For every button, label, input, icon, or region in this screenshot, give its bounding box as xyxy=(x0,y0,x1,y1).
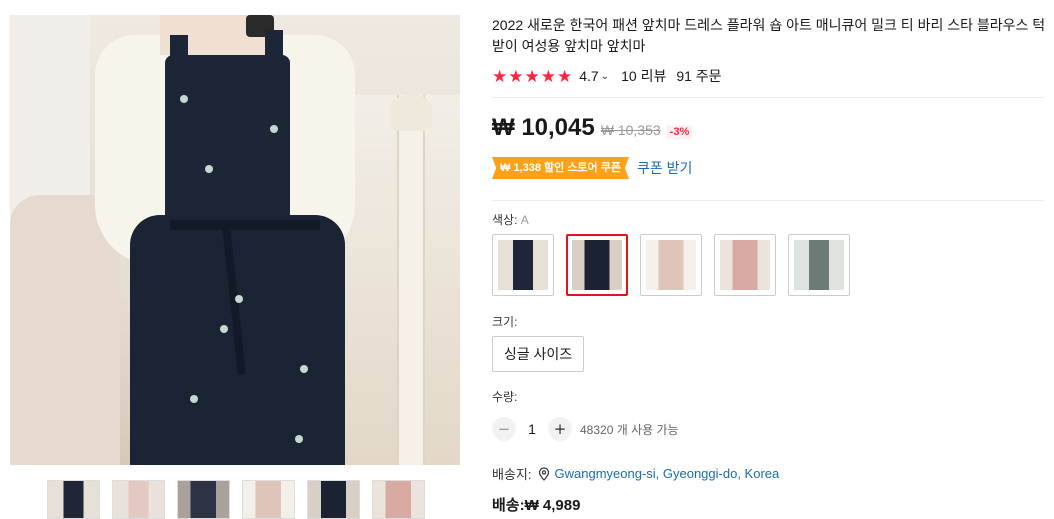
main-product-image[interactable] xyxy=(10,15,460,465)
size-option-button[interactable]: 싱글 사이즈 xyxy=(492,336,584,372)
thumbnail-picture xyxy=(308,481,359,518)
color-option-1[interactable] xyxy=(492,234,554,296)
thumbnail-image[interactable] xyxy=(177,480,230,519)
divider xyxy=(492,200,1044,201)
rating-value[interactable]: 4.7 xyxy=(579,68,598,84)
color-option-5[interactable] xyxy=(788,234,850,296)
color-label-row: 색상: A xyxy=(492,211,529,228)
quantity-decrease-button[interactable]: − xyxy=(492,417,516,441)
color-option-image xyxy=(572,240,622,290)
size-label: 크기: xyxy=(492,315,518,329)
dress-waist-tie xyxy=(170,220,320,230)
color-option-image xyxy=(646,240,696,290)
color-label: 색상: xyxy=(492,213,518,227)
color-option-2[interactable] xyxy=(566,234,628,296)
color-option-4[interactable] xyxy=(714,234,776,296)
order-count: 91 주문 xyxy=(676,68,722,84)
ship-to-row: 배송지: Gwangmyeong-si, Gyeonggi-do, Korea xyxy=(492,464,779,483)
image-thumbnail-strip xyxy=(47,480,425,519)
star-icon: ★ xyxy=(540,66,556,86)
shipping-fee: 배송:₩ 4,989 xyxy=(492,497,581,514)
stock-available: 48320 개 사용 가능 xyxy=(580,422,679,437)
color-option-image xyxy=(794,240,844,290)
thumbnail-image[interactable] xyxy=(307,480,360,519)
thumbnail-picture xyxy=(48,481,99,518)
quantity-increase-button[interactable]: + xyxy=(548,417,572,441)
rating-stars: ★ ★ ★ ★ ★ xyxy=(492,68,572,85)
chevron-down-icon[interactable]: ⌄ xyxy=(601,71,609,82)
thumbnail-picture xyxy=(178,481,229,518)
quantity-value[interactable]: 1 xyxy=(516,421,548,437)
product-title: 2022 새로운 한국어 패션 앞치마 드레스 플라워 숍 아트 매니큐어 밀크… xyxy=(492,17,1046,54)
banister-post xyxy=(390,95,432,131)
discount-badge: -3% xyxy=(666,125,693,139)
star-icon: ★ xyxy=(508,66,524,86)
coupon-row: ₩ 1,338 할인 스토어 쿠폰 쿠폰 받기 xyxy=(492,157,692,179)
color-option-image xyxy=(720,240,770,290)
embroidery-flower xyxy=(220,325,228,333)
embroidery-flower xyxy=(295,435,303,443)
store-coupon-tag: ₩ 1,338 할인 스토어 쿠폰 xyxy=(492,157,629,179)
color-option-image xyxy=(498,240,548,290)
star-icon: ★ xyxy=(492,66,508,86)
color-options xyxy=(492,234,850,296)
embroidery-flower xyxy=(235,295,243,303)
thumbnail-picture xyxy=(373,481,424,518)
thumbnail-picture xyxy=(113,481,164,518)
star-icon: ★ xyxy=(557,66,573,86)
ship-to-label: 배송지: xyxy=(492,467,532,482)
thumbnail-image[interactable] xyxy=(372,480,425,519)
thumbnail-picture xyxy=(243,481,294,518)
thumbnail-image[interactable] xyxy=(47,480,100,519)
quantity-stepper: − 1 + 48320 개 사용 가능 xyxy=(492,417,679,441)
review-count[interactable]: 10 리뷰 xyxy=(621,66,666,86)
embroidery-flower xyxy=(180,95,188,103)
color-selected-value: A xyxy=(520,213,529,227)
color-option-3[interactable] xyxy=(640,234,702,296)
quantity-label: 수량: xyxy=(492,390,518,404)
star-icon: ★ xyxy=(524,66,540,86)
sale-price: ₩ 10,045 xyxy=(492,114,595,141)
get-coupon-link[interactable]: 쿠폰 받기 xyxy=(637,158,692,178)
location-pin-icon xyxy=(538,466,549,481)
embroidery-flower xyxy=(300,365,308,373)
original-price: ₩ 10,353 xyxy=(600,122,661,138)
ship-to-location-link[interactable]: Gwangmyeong-si, Gyeonggi-do, Korea xyxy=(555,466,780,481)
price-row: ₩ 10,045 ₩ 10,353 -3% xyxy=(492,114,693,142)
thumbnail-image[interactable] xyxy=(112,480,165,519)
divider xyxy=(492,97,1044,98)
rating-row: ★ ★ ★ ★ ★ 4.7 ⌄ 10 리뷰 91 주문 xyxy=(492,66,722,86)
embroidery-flower xyxy=(190,395,198,403)
embroidery-flower xyxy=(205,165,213,173)
embroidery-flower xyxy=(270,125,278,133)
dress-bodice xyxy=(165,55,290,235)
background-banister xyxy=(397,95,425,465)
thumbnail-image[interactable] xyxy=(242,480,295,519)
